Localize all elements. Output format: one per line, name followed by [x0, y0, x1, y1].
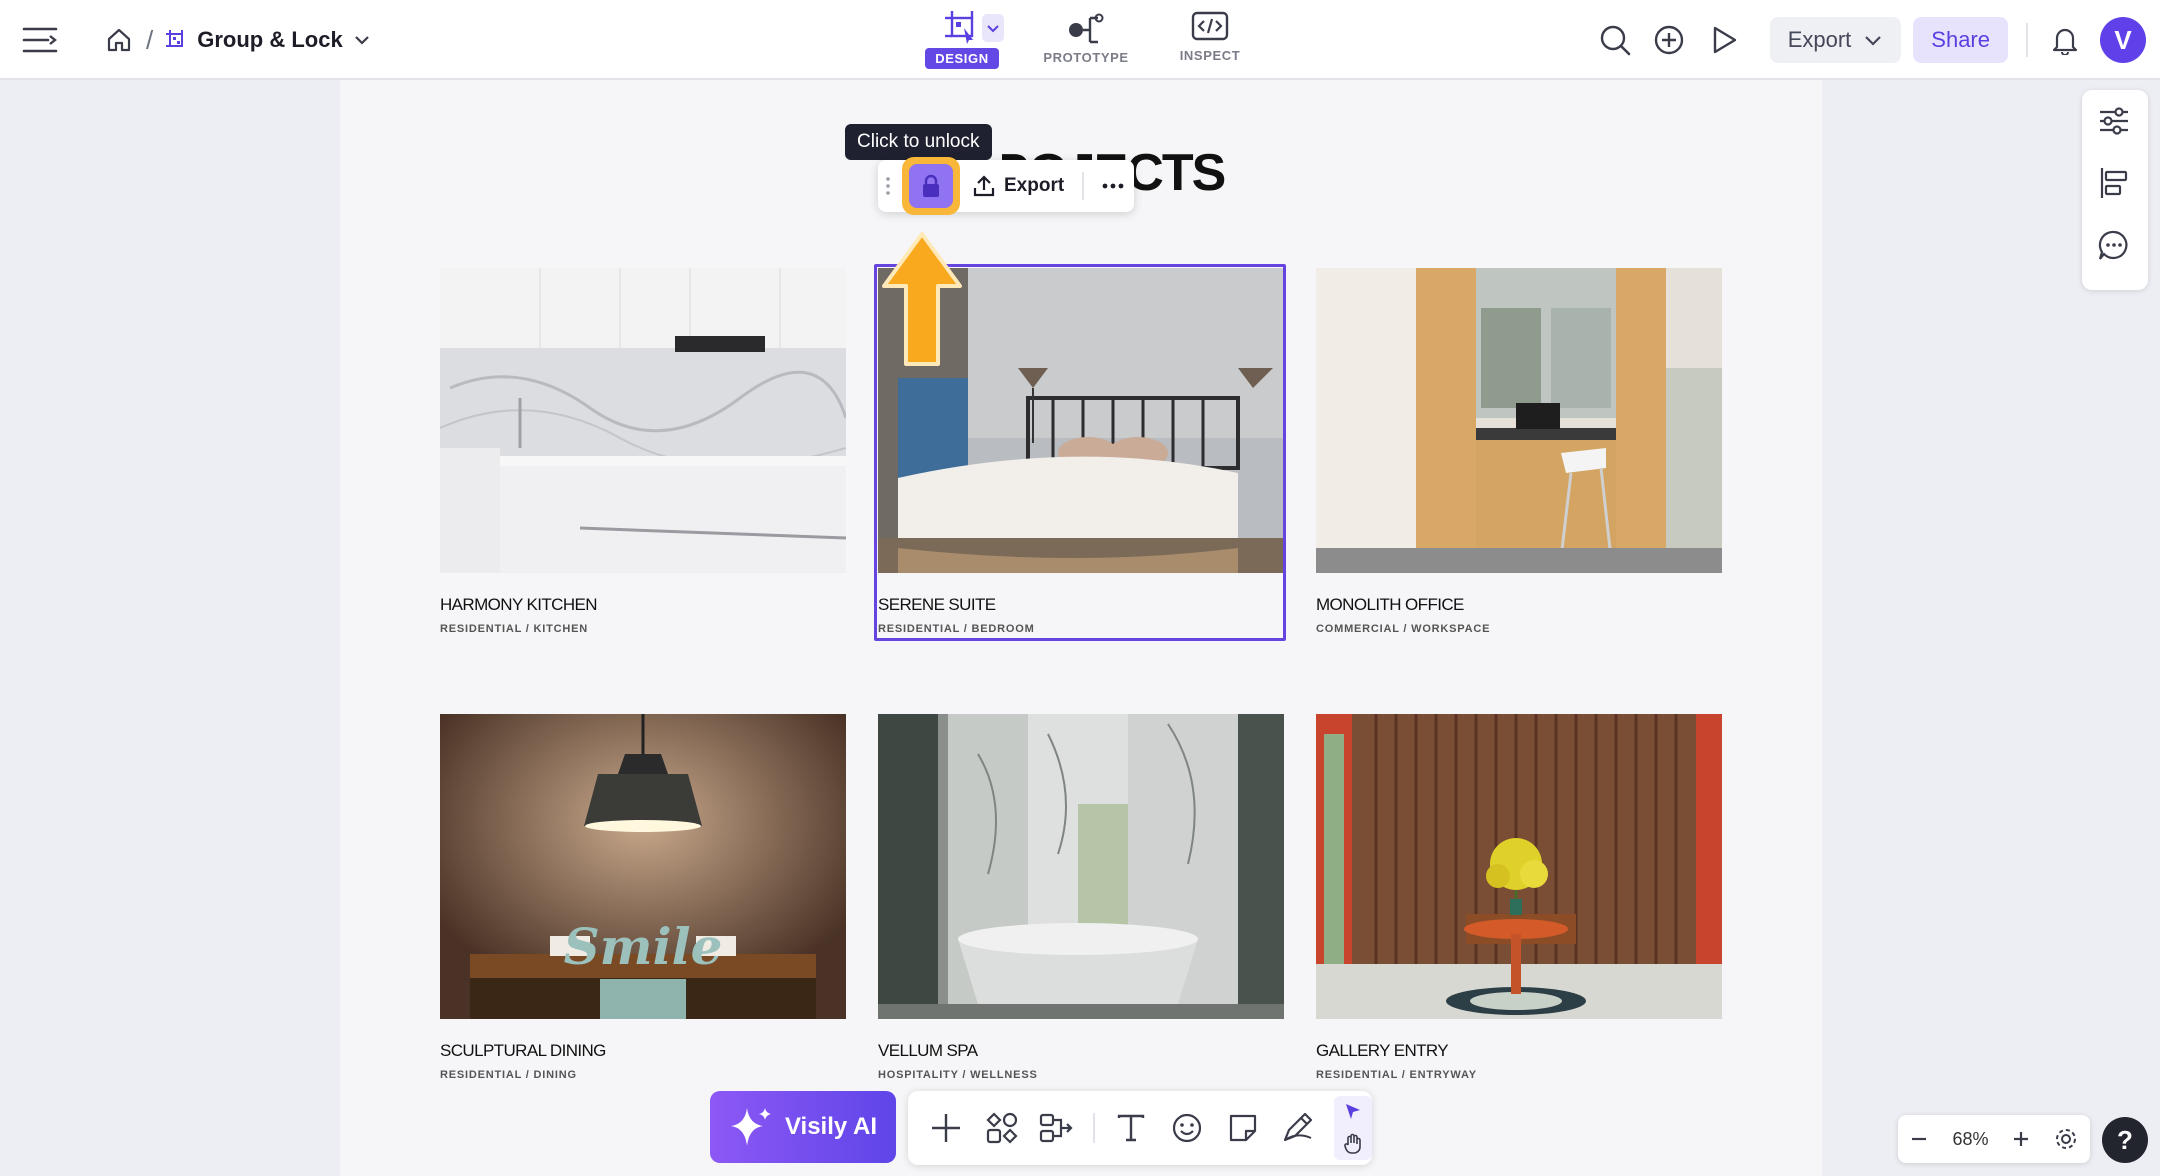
comment-icon[interactable]	[2097, 228, 2133, 264]
card-category: RESIDENTIAL / DINING	[440, 1069, 577, 1081]
visily-ai-label: Visily AI	[784, 1113, 878, 1140]
tab-design[interactable]: DESIGN	[900, 4, 1024, 76]
breadcrumb: / Group & Lock	[18, 18, 373, 62]
card-category: COMMERCIAL / WORKSPACE	[1316, 623, 1491, 635]
sparkle-icon	[730, 1108, 771, 1146]
bell-icon[interactable]	[2048, 23, 2082, 57]
toolbar-export-button[interactable]: Export	[972, 174, 1064, 198]
share-button-label: Share	[1931, 27, 1990, 52]
top-bar: / Group & Lock DESIGN PROTOTYPE INSPECT	[0, 0, 2160, 80]
card-category: RESIDENTIAL / KITCHEN	[440, 623, 588, 635]
zoom-control: 68%	[1898, 1115, 2090, 1163]
code-icon	[1191, 11, 1229, 41]
header-actions: Export Share V	[1578, 16, 2146, 64]
project-card[interactable]: HARMONY KITCHEN RESIDENTIAL / KITCHEN	[440, 268, 846, 635]
help-button[interactable]: ?	[2102, 1117, 2148, 1163]
toolbar-export-label: Export	[1004, 175, 1065, 196]
tab-inspect-label: INSPECT	[1179, 48, 1241, 63]
menu-icon[interactable]	[18, 18, 62, 62]
visily-ai-button[interactable]: Visily AI	[710, 1091, 896, 1163]
card-title: MONOLITH OFFICE	[1316, 595, 1464, 614]
zoom-out-icon[interactable]	[1909, 1129, 1929, 1149]
design-icon	[945, 11, 974, 44]
divider	[2026, 23, 2028, 57]
card-title: GALLERY ENTRY	[1316, 1041, 1449, 1060]
spa-image	[878, 714, 1284, 1019]
lock-icon	[923, 174, 939, 197]
card-title: VELLUM SPA	[878, 1041, 978, 1060]
play-icon[interactable]	[1706, 23, 1740, 57]
card-category: HOSPITALITY / WELLNESS	[878, 1069, 1038, 1081]
unlock-button[interactable]	[902, 157, 960, 215]
export-button[interactable]: Export	[1769, 17, 1902, 63]
prototype-icon	[1069, 13, 1104, 44]
tab-design-label: DESIGN	[925, 48, 999, 69]
tab-prototype[interactable]: PROTOTYPE	[1024, 4, 1148, 76]
settings-icon[interactable]	[2054, 1127, 2078, 1151]
unlock-tooltip: Click to unlock	[845, 124, 992, 160]
entry-image	[1316, 714, 1722, 1019]
flow-icon[interactable]	[1038, 1108, 1078, 1148]
arrow-up-icon	[882, 232, 962, 366]
sliders-icon[interactable]	[2097, 104, 2133, 140]
divider	[1093, 1113, 1096, 1143]
chevron-down-icon	[1865, 36, 1882, 46]
file-name[interactable]: Group & Lock	[197, 27, 342, 53]
help-label: ?	[2117, 1124, 2133, 1155]
zoom-in-icon[interactable]	[2011, 1129, 2031, 1149]
tab-inspect[interactable]: INSPECT	[1148, 4, 1272, 76]
project-card[interactable]: VELLUM SPA HOSPITALITY / WELLNESS	[878, 714, 1284, 1081]
add-icon[interactable]	[926, 1108, 966, 1148]
card-title: SERENE SUITE	[878, 595, 996, 614]
chevron-down-icon	[987, 25, 999, 33]
emoji-icon[interactable]	[1167, 1108, 1207, 1148]
lock-button-inner	[909, 164, 953, 208]
home-icon[interactable]	[102, 23, 136, 57]
project-card[interactable]: Smile SCULPTURAL DINING RESIDENTIAL / DI…	[440, 714, 846, 1081]
chevron-down-icon[interactable]	[351, 29, 373, 51]
avatar-letter: V	[2114, 24, 2132, 55]
card-title: SCULPTURAL DINING	[440, 1041, 606, 1060]
card-category: RESIDENTIAL / BEDROOM	[878, 623, 1035, 635]
office-image	[1316, 268, 1722, 573]
search-icon[interactable]	[1598, 23, 1632, 57]
pen-icon[interactable]	[1278, 1108, 1318, 1148]
dining-image: Smile	[440, 714, 846, 1019]
frame-icon	[163, 27, 189, 53]
mode-switcher: DESIGN PROTOTYPE INSPECT	[900, 4, 1272, 76]
kitchen-image	[440, 268, 846, 573]
cursor-icon[interactable]	[1343, 1102, 1363, 1122]
sticky-note-icon[interactable]	[1223, 1108, 1263, 1148]
insert-toolbar	[908, 1091, 1372, 1165]
share-button[interactable]: Share	[1913, 17, 2008, 63]
text-icon[interactable]	[1111, 1108, 1151, 1148]
card-category: RESIDENTIAL / ENTRYWAY	[1316, 1069, 1477, 1081]
smile-sign-text: Smile	[564, 917, 723, 976]
breadcrumb-separator: /	[146, 24, 154, 55]
drag-handle-icon[interactable]	[884, 175, 892, 197]
zoom-level[interactable]: 68%	[1952, 1129, 1988, 1150]
tab-prototype-label: PROTOTYPE	[1043, 50, 1129, 65]
layers-icon[interactable]	[2097, 166, 2133, 202]
add-circle-icon[interactable]	[1652, 23, 1686, 57]
avatar[interactable]: V	[2100, 17, 2146, 63]
more-options-icon[interactable]	[1100, 173, 1126, 199]
element-toolbar: Export	[878, 157, 1134, 215]
project-card[interactable]: GALLERY ENTRY RESIDENTIAL / ENTRYWAY	[1316, 714, 1722, 1081]
export-button-label: Export	[1787, 27, 1852, 52]
divider	[1082, 172, 1085, 200]
project-card[interactable]: MONOLITH OFFICE COMMERCIAL / WORKSPACE	[1316, 268, 1722, 635]
hand-icon[interactable]	[1343, 1133, 1363, 1155]
upload-icon	[973, 175, 995, 197]
mode-dropdown-button[interactable]	[982, 14, 1004, 42]
components-icon[interactable]	[982, 1108, 1022, 1148]
right-panel	[2082, 90, 2148, 290]
pointer-tools	[1334, 1096, 1372, 1160]
card-title: HARMONY KITCHEN	[440, 595, 598, 614]
